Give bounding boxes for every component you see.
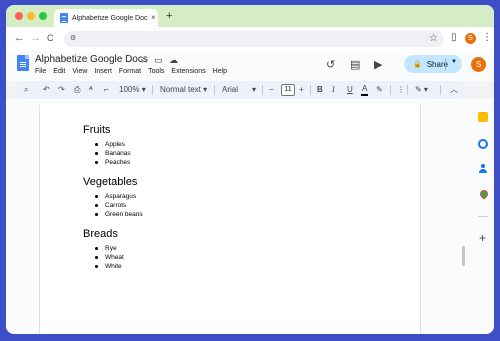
list-item: Green beans: [83, 210, 143, 219]
document-title[interactable]: Alphabetize Google Docs: [35, 54, 148, 65]
text-color-button[interactable]: A: [361, 84, 369, 96]
address-toolbar: ← → C ⚙ ☆ ▯ S ⋮: [6, 27, 494, 51]
docs-logo-icon[interactable]: [17, 55, 29, 71]
zoom-value: 100%: [119, 85, 140, 94]
user-avatar[interactable]: S: [471, 57, 486, 72]
side-panel-icon[interactable]: ▯: [451, 32, 457, 44]
italic-button[interactable]: I: [332, 85, 335, 95]
chevron-down-icon[interactable]: ▾: [252, 85, 256, 95]
lock-icon: 🔒: [413, 61, 422, 68]
list-item: Rye: [83, 244, 143, 253]
bullet-list-breads: Rye Wheat White: [83, 244, 143, 271]
google-docs-favicon-icon: [60, 13, 68, 23]
font-family-value: Arial: [222, 85, 239, 94]
list-item: Carrots: [83, 201, 143, 210]
back-icon[interactable]: ←: [14, 32, 25, 44]
list-item: Peaches: [83, 158, 143, 167]
paint-format-icon[interactable]: ⌐: [104, 85, 109, 95]
menu-insert[interactable]: Insert: [94, 68, 112, 75]
site-settings-icon[interactable]: ⚙: [70, 35, 78, 43]
comments-icon[interactable]: ▤: [350, 59, 360, 71]
tasks-icon[interactable]: [478, 139, 488, 149]
menu-view[interactable]: View: [72, 68, 87, 75]
font-family-select[interactable]: Arial: [222, 85, 238, 95]
reload-icon[interactable]: C: [47, 32, 54, 44]
editing-mode-icon[interactable]: ✎ ▾: [415, 85, 428, 95]
tab-close-icon[interactable]: ×: [151, 14, 156, 22]
close-window-button[interactable]: [15, 12, 23, 20]
docs-toolbar: ⌕ ↶ ↷ ⎙ ᴬ ⌐ 100% ▾ Normal text ▾ Arial ▾…: [14, 81, 466, 99]
keep-icon[interactable]: [478, 112, 488, 122]
address-bar[interactable]: ⚙ ☆: [64, 31, 444, 47]
section-heading-vegetables: Vegetables: [83, 176, 138, 188]
document-page[interactable]: Fruits Apples Bananas Peaches Vegetables…: [39, 105, 421, 334]
menu-format[interactable]: Format: [119, 68, 141, 75]
document-content: Fruits Apples Bananas Peaches Vegetables…: [83, 124, 143, 271]
maps-icon[interactable]: [478, 190, 488, 200]
list-item: Wheat: [83, 253, 143, 262]
print-icon[interactable]: ⎙: [74, 85, 80, 95]
move-folder-icon[interactable]: ▭: [154, 55, 163, 65]
font-size-input[interactable]: 11: [281, 84, 295, 96]
section-heading-breads: Breads: [83, 228, 118, 240]
tab-title: Alphabetize Google Docs - G: [72, 14, 148, 22]
bullet-list-vegetables: Asparagus Carrots Green beans: [83, 192, 143, 219]
browser-window: Alphabetize Google Docs - G × + ← → C ⚙ …: [6, 5, 494, 334]
docs-header: Alphabetize Google Docs ☆ ▭ ☁ File Edit …: [6, 51, 494, 81]
share-button[interactable]: 🔒 Share ▼: [404, 55, 462, 73]
bookmark-star-icon[interactable]: ☆: [429, 33, 438, 44]
highlight-color-icon[interactable]: ✎: [376, 85, 383, 95]
maximize-window-button[interactable]: [39, 12, 47, 20]
star-icon[interactable]: ☆: [140, 55, 148, 65]
menu-file[interactable]: File: [35, 68, 46, 75]
section-heading-fruits: Fruits: [83, 124, 111, 136]
meet-video-icon[interactable]: ▶: [374, 59, 382, 71]
menu-edit[interactable]: Edit: [53, 68, 65, 75]
new-tab-button[interactable]: +: [166, 11, 172, 22]
paragraph-style-value: Normal text: [160, 85, 201, 94]
list-item: Bananas: [83, 149, 143, 158]
hide-menus-chevron-icon[interactable]: ︿: [450, 85, 458, 95]
paragraph-style-select[interactable]: Normal text ▾: [160, 85, 207, 95]
bullet-list-fruits: Apples Bananas Peaches: [83, 140, 143, 167]
list-item: White: [83, 262, 143, 271]
more-options-icon[interactable]: ⋮: [397, 85, 405, 95]
document-scrollbar[interactable]: [462, 246, 465, 266]
undo-icon[interactable]: ↶: [43, 85, 50, 95]
browser-menu-icon[interactable]: ⋮: [482, 32, 492, 44]
search-menus-icon[interactable]: ⌕: [24, 85, 28, 95]
forward-icon[interactable]: →: [30, 32, 41, 44]
decrease-font-size-icon[interactable]: −: [269, 85, 274, 95]
contacts-icon[interactable]: [478, 164, 488, 174]
add-addon-icon[interactable]: +: [479, 232, 486, 244]
browser-titlebar: Alphabetize Google Docs - G × +: [6, 5, 494, 27]
document-canvas: Fruits Apples Bananas Peaches Vegetables…: [6, 99, 472, 334]
version-history-icon[interactable]: ↺: [326, 59, 335, 71]
spelling-check-icon[interactable]: ᴬ: [89, 85, 93, 95]
browser-profile-avatar[interactable]: S: [465, 33, 476, 44]
side-apps-panel: +: [472, 99, 494, 334]
chevron-down-icon[interactable]: ▼: [451, 59, 457, 65]
menu-tools[interactable]: Tools: [148, 68, 164, 75]
increase-font-size-icon[interactable]: +: [299, 85, 304, 95]
bold-button[interactable]: B: [317, 85, 323, 95]
docs-menubar: File Edit View Insert Format Tools Exten…: [35, 68, 234, 75]
browser-tab[interactable]: Alphabetize Google Docs - G ×: [54, 9, 158, 27]
list-item: Asparagus: [83, 192, 143, 201]
list-item: Apples: [83, 140, 143, 149]
menu-extensions[interactable]: Extensions: [171, 68, 205, 75]
cloud-saved-icon[interactable]: ☁: [169, 55, 178, 65]
zoom-select[interactable]: 100% ▾: [119, 85, 146, 95]
minimize-window-button[interactable]: [27, 12, 35, 20]
underline-button[interactable]: U: [347, 85, 353, 95]
menu-help[interactable]: Help: [213, 68, 227, 75]
redo-icon[interactable]: ↷: [58, 85, 65, 95]
